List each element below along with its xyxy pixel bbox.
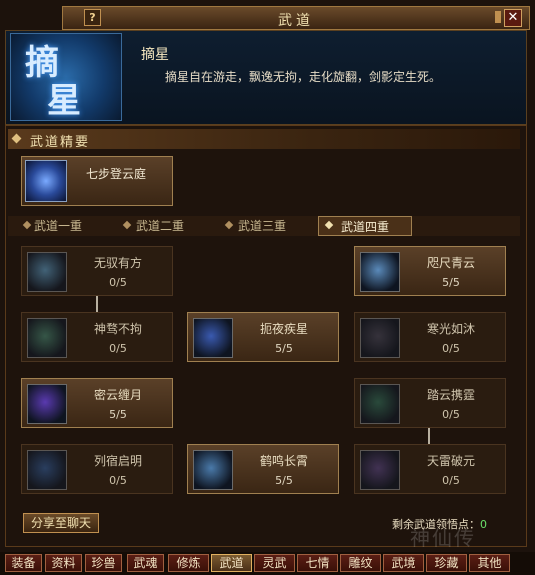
bottom-tab[interactable]: 灵武 [254, 554, 295, 572]
tab-tier-2[interactable]: 武道二重 [136, 216, 206, 236]
star-orbs-icon[interactable] [193, 318, 233, 358]
skill-node[interactable]: 列宿启明 0/5 [21, 444, 173, 494]
help-button[interactable]: ? [84, 9, 101, 26]
skill-node-name: 咫尺青云 [426, 256, 475, 270]
ice-shard-icon[interactable] [360, 318, 400, 358]
watermark: 神仙传 [410, 526, 476, 550]
skill-node-name: 无驭有方 [93, 256, 142, 270]
skill-node-level: 0/5 [109, 474, 127, 487]
bottom-tab[interactable]: 装备 [5, 554, 42, 572]
tree-link [96, 296, 98, 312]
skill-description: 摘星自在游走，飘逸无拘，走化旋翻，剑影定生死。 [165, 70, 442, 84]
main-skill-name: 七步登云庭 [86, 167, 147, 181]
bottom-tab[interactable]: 修炼 [168, 554, 209, 572]
tab-tier-1[interactable]: 武道一重 [34, 216, 104, 236]
skill-node-level: 0/5 [109, 342, 127, 355]
points-value: 0 [480, 518, 487, 531]
bottom-tab[interactable]: 珍藏 [426, 554, 467, 572]
skill-node[interactable]: 神骛不拘 0/5 [21, 312, 173, 362]
skill-node[interactable]: 扼夜疾星 5/5 [187, 312, 339, 362]
moon-swirl-icon[interactable] [27, 384, 67, 424]
skill-node-name: 密云缠月 [93, 388, 142, 402]
skill-art-icon: 摘 星 [10, 33, 122, 121]
skill-node-level: 5/5 [275, 342, 293, 355]
bottom-tab[interactable]: 资料 [45, 554, 82, 572]
cloud-step-icon[interactable] [25, 160, 67, 202]
hand-glow-icon[interactable] [360, 252, 400, 292]
skill-name: 摘星 [141, 47, 169, 63]
tab-tier-3[interactable]: 武道三重 [238, 216, 308, 236]
skill-node-level: 5/5 [109, 408, 127, 421]
skill-node-name: 踏云携霆 [426, 388, 475, 402]
skill-node[interactable]: 天雷破元 0/5 [354, 444, 506, 494]
skill-node-level: 5/5 [275, 474, 293, 487]
bottom-tab[interactable]: 武道 [211, 554, 252, 572]
skill-node[interactable]: 无驭有方 0/5 [21, 246, 173, 296]
bottom-tab[interactable]: 七情 [297, 554, 338, 572]
thunder-break-icon[interactable] [360, 450, 400, 490]
constellation-icon[interactable] [27, 450, 67, 490]
bottom-tab[interactable]: 珍兽 [85, 554, 122, 572]
tree-link [428, 428, 430, 444]
pin-icon [495, 11, 501, 23]
bottom-tab[interactable]: 武魂 [127, 554, 164, 572]
skill-node-name: 神骛不拘 [93, 322, 142, 336]
window-title: 武道 [278, 13, 314, 29]
skill-node-level: 0/5 [442, 408, 460, 421]
skill-node-level: 0/5 [442, 342, 460, 355]
skill-node[interactable]: 踏云携霆 0/5 [354, 378, 506, 428]
skill-node-level: 0/5 [109, 276, 127, 289]
close-button[interactable]: ✕ [504, 9, 522, 27]
swirl-icon[interactable] [27, 318, 67, 358]
bottom-tab[interactable]: 雕纹 [340, 554, 381, 572]
skill-node[interactable]: 寒光如沐 0/5 [354, 312, 506, 362]
skill-node-name: 列宿启明 [93, 454, 142, 468]
art-char-2: 星 [47, 81, 81, 121]
skill-node[interactable]: 咫尺青云 5/5 [354, 246, 506, 296]
art-char-1: 摘 [25, 43, 59, 83]
title-bar[interactable]: 武道 [62, 6, 530, 30]
skill-node[interactable]: 密云缠月 5/5 [21, 378, 173, 428]
hand-glow-icon[interactable] [27, 252, 67, 292]
skill-node-level: 5/5 [442, 276, 460, 289]
thunder-step-icon[interactable] [360, 384, 400, 424]
skill-node-name: 鹤鸣长霄 [259, 454, 308, 468]
skill-node-name: 寒光如沐 [426, 322, 475, 336]
bottom-tab[interactable]: 其他 [469, 554, 510, 572]
bottom-tab[interactable]: 武境 [383, 554, 424, 572]
skill-node[interactable]: 鹤鸣长霄 5/5 [187, 444, 339, 494]
crane-call-icon[interactable] [193, 450, 233, 490]
skill-node-name: 天雷破元 [426, 454, 475, 468]
skill-node-name: 扼夜疾星 [259, 322, 308, 336]
skill-node-level: 0/5 [442, 474, 460, 487]
share-to-chat-button[interactable]: 分享至聊天 [23, 513, 99, 533]
section-title: 武道精要 [30, 135, 91, 150]
